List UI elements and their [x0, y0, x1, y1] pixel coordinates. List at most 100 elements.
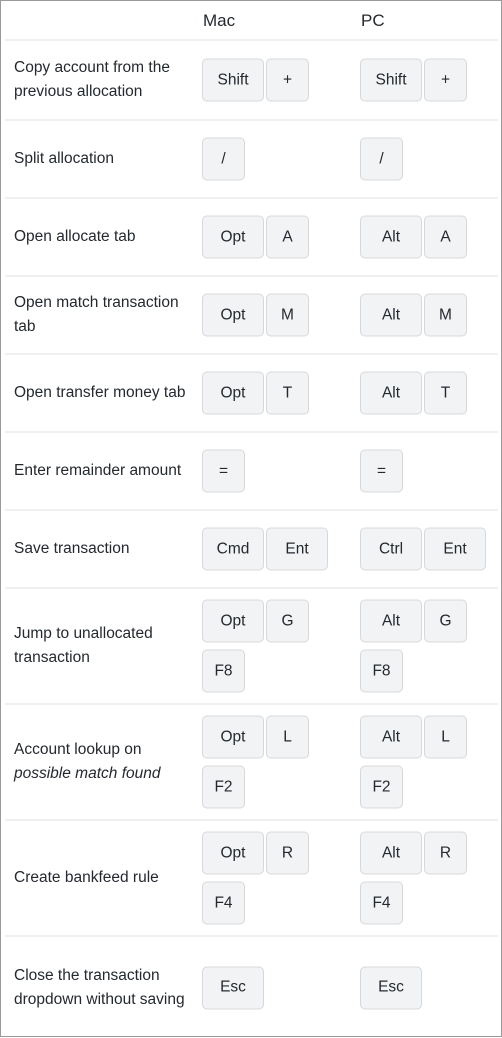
key-combo: /: [202, 137, 245, 181]
column-header-mac: Mac: [203, 11, 236, 30]
keycap: A: [266, 215, 309, 259]
key-combo: Opt G: [202, 599, 309, 643]
pc-shortcut: Alt L F2: [360, 715, 467, 809]
description-text: Copy account from the previous allocatio…: [14, 59, 170, 100]
pc-shortcut: /: [360, 137, 403, 181]
description-text: Enter remainder amount: [14, 462, 182, 479]
keycap: Ent: [424, 527, 486, 571]
pc-shortcut: Alt A: [360, 215, 467, 259]
table-row: Close the transaction dropdown without s…: [5, 937, 498, 1038]
keycap: F8: [202, 649, 245, 693]
keycap: L: [266, 715, 309, 759]
key-combo: F2: [202, 765, 309, 809]
key-combo: Cmd Ent: [202, 527, 328, 571]
shortcut-description: Account lookup on possible match found: [14, 738, 194, 786]
keycap: F2: [360, 765, 403, 809]
key-combo: F8: [202, 649, 309, 693]
key-combo: Alt M: [360, 293, 467, 337]
keycap: Alt: [360, 715, 422, 759]
description-text: Jump to unallocated transaction: [14, 625, 153, 666]
keycap: F4: [202, 881, 245, 925]
shortcut-description: Close the transaction dropdown without s…: [14, 964, 194, 1012]
shortcut-description: Create bankfeed rule: [14, 866, 194, 890]
keycap: F4: [360, 881, 403, 925]
keycap: =: [360, 449, 403, 493]
key-combo: F4: [360, 881, 467, 925]
description-text: Account lookup on: [14, 741, 142, 758]
keycap: G: [266, 599, 309, 643]
key-combo: Esc: [202, 966, 264, 1009]
key-combo: Opt M: [202, 293, 309, 337]
key-combo: Alt R: [360, 831, 467, 875]
keycap: /: [202, 137, 245, 181]
table-row: Save transaction Cmd Ent Ctrl Ent: [5, 511, 498, 589]
keycap: A: [424, 215, 467, 259]
keycap: Alt: [360, 293, 422, 337]
column-header-pc: PC: [361, 11, 385, 30]
mac-shortcut: Opt A: [202, 215, 309, 259]
key-combo: Shift +: [360, 58, 467, 102]
key-combo: Alt G: [360, 599, 467, 643]
shortcuts-panel: Mac PC Copy account from the previous al…: [0, 0, 502, 1037]
key-combo: Shift +: [202, 58, 309, 102]
keycap: +: [424, 58, 467, 102]
key-combo: Alt T: [360, 371, 467, 415]
table-row: Split allocation / /: [5, 121, 498, 199]
keycap: R: [424, 831, 467, 875]
keycap: /: [360, 137, 403, 181]
keycap: Opt: [202, 715, 264, 759]
mac-shortcut: =: [202, 449, 245, 493]
keycap: Opt: [202, 293, 264, 337]
key-combo: Alt A: [360, 215, 467, 259]
key-combo: /: [360, 137, 403, 181]
keycap: L: [424, 715, 467, 759]
keycap: M: [266, 293, 309, 337]
shortcut-description: Jump to unallocated transaction: [14, 622, 194, 670]
table-header: Mac PC: [5, 1, 498, 41]
shortcut-description: Enter remainder amount: [14, 459, 194, 483]
keycap: R: [266, 831, 309, 875]
table-row: Enter remainder amount = =: [5, 433, 498, 511]
description-text: Split allocation: [14, 150, 114, 167]
keycap: Esc: [202, 966, 264, 1009]
key-combo: Opt A: [202, 215, 309, 259]
shortcut-description: Split allocation: [14, 147, 194, 171]
description-text: Open allocate tab: [14, 228, 136, 245]
keycap: Opt: [202, 831, 264, 875]
key-combo: Opt L: [202, 715, 309, 759]
description-text: Create bankfeed rule: [14, 869, 159, 886]
shortcut-description: Copy account from the previous allocatio…: [14, 56, 194, 104]
keycap: Shift: [360, 58, 422, 102]
table-row: Open match transaction tab Opt M Alt M: [5, 277, 498, 355]
pc-shortcut: Alt M: [360, 293, 467, 337]
key-combo: Opt T: [202, 371, 309, 415]
keycap: F8: [360, 649, 403, 693]
description-text: Save transaction: [14, 540, 130, 557]
description-text: Open transfer money tab: [14, 384, 186, 401]
keycap: Alt: [360, 371, 422, 415]
key-combo: F2: [360, 765, 467, 809]
pc-shortcut: Esc: [360, 966, 422, 1009]
keycap: Opt: [202, 371, 264, 415]
table-row: Jump to unallocated transaction Opt G F8 Alt…: [5, 589, 498, 705]
keycap: Alt: [360, 599, 422, 643]
pc-shortcut: Alt T: [360, 371, 467, 415]
key-combo: Esc: [360, 966, 422, 1009]
shortcut-description: Open match transaction tab: [14, 291, 194, 339]
keycap: Ent: [266, 527, 328, 571]
mac-shortcut: Opt G F8: [202, 599, 309, 693]
mac-shortcut: Opt T: [202, 371, 309, 415]
keycap: Opt: [202, 215, 264, 259]
keycap: Cmd: [202, 527, 264, 571]
pc-shortcut: Shift +: [360, 58, 467, 102]
pc-shortcut: =: [360, 449, 403, 493]
key-combo: Alt L: [360, 715, 467, 759]
keycap: Alt: [360, 831, 422, 875]
shortcut-description: Open allocate tab: [14, 225, 194, 249]
keycap: Esc: [360, 966, 422, 1009]
pc-shortcut: Alt R F4: [360, 831, 467, 925]
mac-shortcut: Shift +: [202, 58, 309, 102]
keycap: M: [424, 293, 467, 337]
shortcut-description: Save transaction: [14, 537, 194, 561]
shortcut-description: Open transfer money tab: [14, 381, 194, 405]
